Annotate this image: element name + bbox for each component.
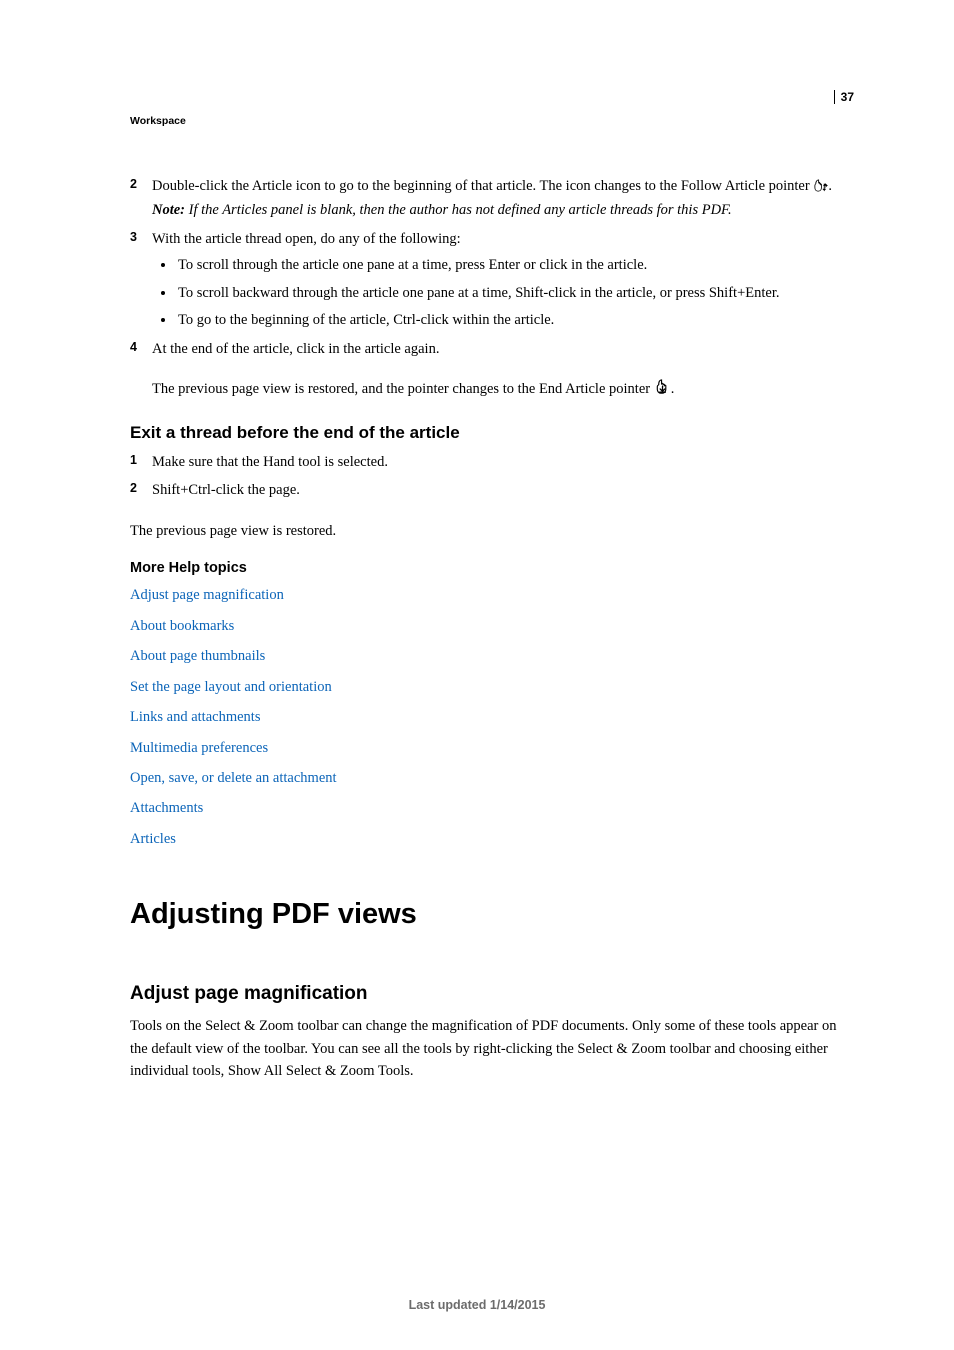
exit-step-2: 2 Shift+Ctrl-click the page.: [130, 479, 854, 501]
bullet-item: To scroll through the article one pane a…: [176, 254, 854, 276]
page-number: 37: [834, 90, 854, 104]
step-3: 3 With the article thread open, do any o…: [130, 228, 854, 332]
step-text: Shift+Ctrl-click the page.: [152, 482, 300, 498]
step-3-bullets: To scroll through the article one pane a…: [176, 254, 854, 331]
bullet-item: To scroll backward through the article o…: [176, 282, 854, 304]
topic-paragraph: Tools on the Select & Zoom toolbar can c…: [130, 1015, 854, 1082]
help-link-open-save-delete-attachment[interactable]: Open, save, or delete an attachment: [130, 767, 854, 789]
step-text: Double-click the Article icon to go to t…: [152, 178, 813, 194]
step-number: 2: [130, 175, 137, 194]
help-link-about-bookmarks[interactable]: About bookmarks: [130, 615, 854, 637]
step-number: 3: [130, 228, 137, 247]
step-text: With the article thread open, do any of …: [152, 231, 461, 247]
help-link-multimedia-prefs[interactable]: Multimedia preferences: [130, 737, 854, 759]
step-text: At the end of the article, click in the …: [152, 341, 439, 357]
chapter-heading: Adjusting PDF views: [130, 898, 854, 931]
step-number: 1: [130, 451, 137, 470]
breadcrumb: Workspace: [130, 115, 854, 127]
step-2: 2 Double-click the Article icon to go to…: [130, 175, 854, 222]
heading-more-help: More Help topics: [130, 560, 854, 576]
topic-heading: Adjust page magnification: [130, 983, 854, 1005]
help-link-page-layout[interactable]: Set the page layout and orientation: [130, 676, 854, 698]
help-link-articles[interactable]: Articles: [130, 828, 854, 850]
followup-text: The previous page view is restored, and …: [152, 381, 654, 397]
bullet-item: To go to the beginning of the article, C…: [176, 309, 854, 331]
step-4: 4 At the end of the article, click in th…: [130, 338, 854, 360]
follow-article-pointer-icon: [813, 178, 828, 194]
step-text-tail: .: [828, 178, 832, 194]
help-link-attachments[interactable]: Attachments: [130, 797, 854, 819]
exit-after-text: The previous page view is restored.: [130, 520, 854, 542]
footer-last-updated: Last updated 1/14/2015: [0, 1298, 954, 1312]
note-label: Note:: [152, 202, 185, 218]
exit-step-list: 1 Make sure that the Hand tool is select…: [130, 451, 854, 502]
step-list-continued: 2 Double-click the Article icon to go to…: [130, 175, 854, 360]
end-article-pointer-icon: [654, 381, 671, 397]
followup-text-tail: .: [671, 381, 675, 397]
note-body: If the Articles panel is blank, then the…: [185, 202, 732, 218]
step-number: 4: [130, 338, 137, 357]
step-text: Make sure that the Hand tool is selected…: [152, 454, 388, 470]
step-4-followup: The previous page view is restored, and …: [130, 378, 854, 400]
help-link-adjust-magnification[interactable]: Adjust page magnification: [130, 584, 854, 606]
heading-exit-thread: Exit a thread before the end of the arti…: [130, 423, 854, 443]
help-link-about-thumbnails[interactable]: About page thumbnails: [130, 645, 854, 667]
help-link-links-attachments[interactable]: Links and attachments: [130, 706, 854, 728]
page: 37 Workspace 2 Double-click the Article …: [0, 0, 954, 1350]
note: Note: If the Articles panel is blank, th…: [152, 199, 854, 221]
step-number: 2: [130, 479, 137, 498]
exit-step-1: 1 Make sure that the Hand tool is select…: [130, 451, 854, 473]
